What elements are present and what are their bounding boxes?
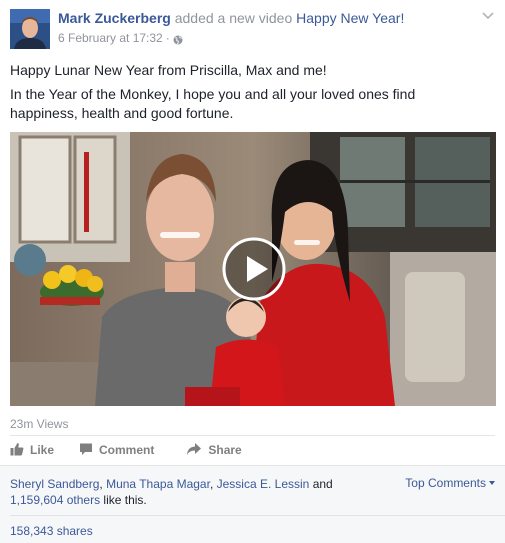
- post-action-text: added a new video: [174, 10, 293, 26]
- likes-summary: Sheryl Sandberg, Muna Thapa Magar, Jessi…: [10, 476, 360, 508]
- liker-link-3[interactable]: Jessica E. Lessin: [217, 477, 310, 491]
- reactions-footer: Sheryl Sandberg, Muna Thapa Magar, Jessi…: [0, 465, 505, 543]
- post-text-line1: Happy Lunar New Year from Priscilla, Max…: [10, 62, 327, 78]
- video-player[interactable]: [10, 132, 496, 406]
- caret-down-icon: [489, 481, 495, 485]
- divider: [10, 435, 495, 436]
- post-meta: 6 February at 17:32 ·: [58, 30, 183, 46]
- play-button[interactable]: [221, 236, 287, 302]
- top-comments-dropdown[interactable]: Top Comments: [405, 476, 495, 490]
- like-button[interactable]: Like: [10, 442, 54, 459]
- author-name[interactable]: Mark Zuckerberg: [58, 10, 171, 26]
- avatar[interactable]: [10, 9, 50, 49]
- share-label: Share: [208, 443, 242, 457]
- action-bar: Like Comment Share: [10, 440, 242, 460]
- shares-count[interactable]: 158,343 shares: [10, 524, 93, 538]
- globe-icon[interactable]: [173, 33, 183, 45]
- meta-separator: ·: [165, 31, 170, 45]
- liker-comma-2: ,: [209, 477, 214, 491]
- comment-button[interactable]: Comment: [79, 442, 154, 459]
- view-count: 23m Views: [10, 417, 69, 431]
- video-title-link[interactable]: Happy New Year!: [296, 10, 404, 26]
- like-label: Like: [30, 443, 55, 457]
- post-card: Mark Zuckerberg added a new video Happy …: [0, 0, 505, 543]
- and-text: and: [312, 477, 333, 491]
- liker-link-2[interactable]: Muna Thapa Magar: [106, 477, 210, 491]
- avatar-image: [10, 9, 50, 49]
- post-text-line2: In the Year of the Monkey, I hope you an…: [10, 86, 416, 121]
- comment-icon: [79, 442, 99, 459]
- footer-divider: [10, 515, 505, 516]
- liker-comma-1: ,: [99, 477, 103, 491]
- others-link[interactable]: 1,159,604 others: [10, 493, 100, 507]
- chevron-down-icon[interactable]: [481, 8, 495, 22]
- liker-link-1[interactable]: Sheryl Sandberg: [10, 477, 99, 491]
- post-header: Mark Zuckerberg added a new video Happy …: [58, 10, 404, 27]
- share-button[interactable]: Share: [186, 442, 242, 459]
- timestamp[interactable]: 6 February at 17:32: [58, 30, 163, 46]
- share-icon: [186, 442, 208, 459]
- top-comments-label: Top Comments: [405, 476, 486, 490]
- thumbs-up-icon: [10, 442, 30, 459]
- comment-label: Comment: [99, 443, 155, 457]
- like-this-text: like this.: [103, 493, 147, 507]
